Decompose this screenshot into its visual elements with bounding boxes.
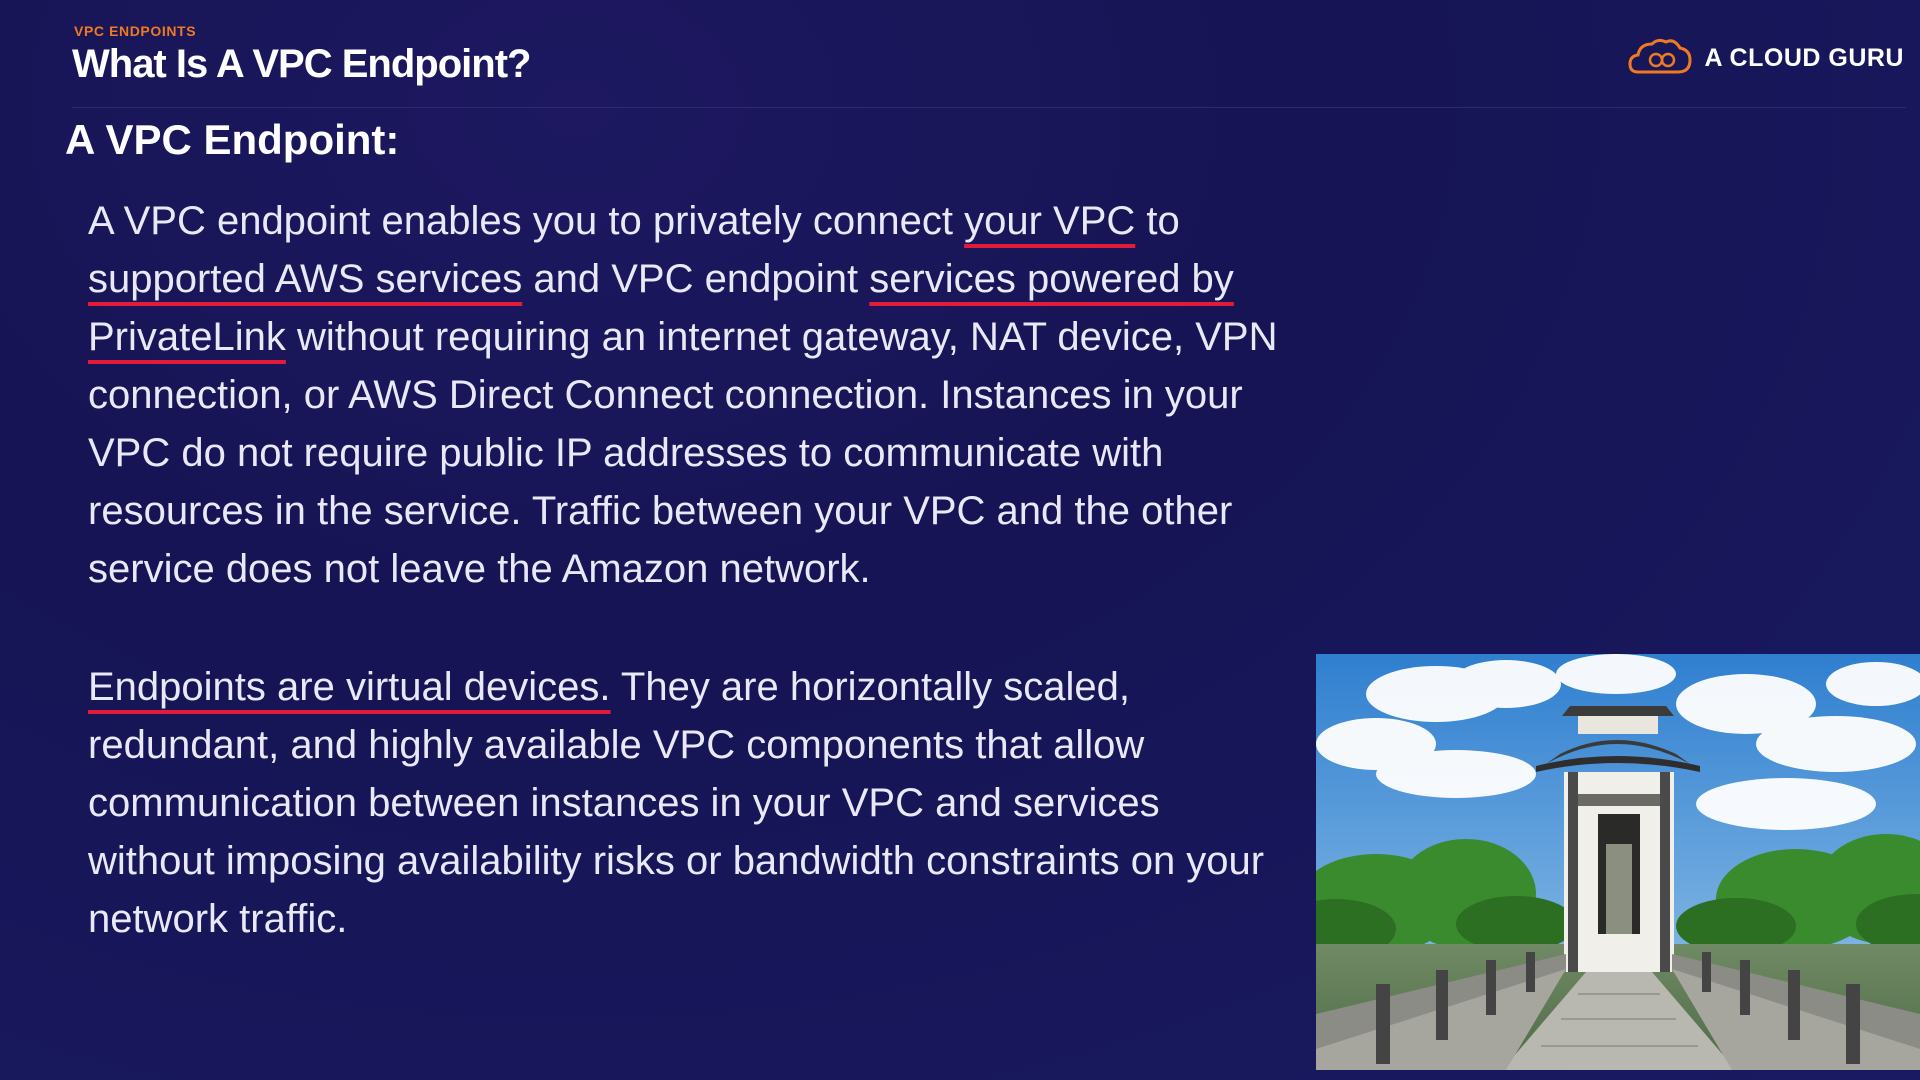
slide-title: What Is A VPC Endpoint? xyxy=(72,42,531,86)
header-divider xyxy=(72,107,1906,108)
brand-name: A CLOUD GURU xyxy=(1704,44,1904,72)
chinese-pavilion-bridge-photo xyxy=(1316,654,1920,1070)
text-run: to xyxy=(1135,199,1180,243)
paragraph-virtual-devices: Endpoints are virtual devices. They are … xyxy=(88,658,1288,948)
section-heading: A VPC Endpoint: xyxy=(65,116,400,163)
text-run: A VPC endpoint enables you to privately … xyxy=(88,199,965,243)
underlined-phrase: your VPC xyxy=(964,199,1136,243)
underlined-phrase: supported AWS services xyxy=(88,257,523,301)
cloud-logo-icon xyxy=(1628,36,1692,81)
slide-header: VPC ENDPOINTS What Is A VPC Endpoint? A … xyxy=(0,0,1920,108)
paragraph-endpoint-definition: A VPC endpoint enables you to privately … xyxy=(88,192,1288,598)
section-eyebrow: VPC ENDPOINTS xyxy=(74,23,197,39)
text-run: and VPC endpoint xyxy=(522,257,870,301)
brand-logo: A CLOUD GURU xyxy=(1628,36,1904,81)
underlined-phrase: Endpoints are virtual devices. xyxy=(88,665,611,709)
